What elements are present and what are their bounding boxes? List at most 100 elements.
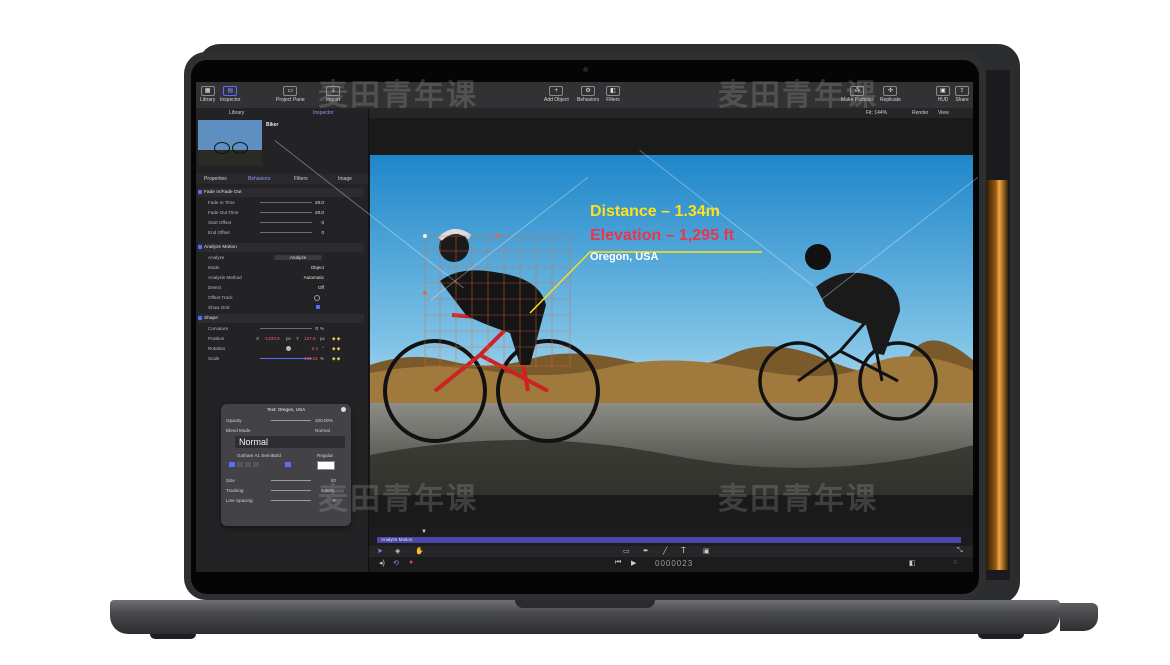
record-icon[interactable]: ●	[409, 559, 413, 566]
audio-icon[interactable]: ◂)	[379, 559, 385, 567]
slider[interactable]	[260, 232, 312, 233]
shape-section-header[interactable]: Shape	[198, 314, 364, 323]
filters-icon: ◧	[606, 86, 620, 96]
lid-notch	[515, 600, 655, 608]
offset-track-radio[interactable]	[314, 295, 320, 301]
end-offset-row: End Offset 0	[208, 230, 324, 235]
hud-icon: ▣	[936, 86, 950, 96]
analyze-section-header[interactable]: Analyze Motion	[198, 243, 364, 252]
checkbox-icon[interactable]	[198, 189, 202, 194]
laptop-foot-right	[978, 634, 1024, 639]
curvature-row: Curvature 0%	[208, 326, 324, 331]
timecode-display[interactable]: 0000023	[655, 559, 693, 568]
video-frame[interactable]: Distance – 1.34m Elevation – 1,295 ft Or…	[370, 155, 973, 495]
hand-tool-icon[interactable]: ✋	[415, 547, 424, 555]
blend-mode-select[interactable]: Normal	[315, 428, 330, 433]
view-menu[interactable]: View	[938, 110, 949, 116]
tab-image[interactable]: Image	[338, 176, 352, 182]
shape-tool-icon[interactable]: ◈	[395, 547, 400, 555]
show-grid-row: Show Grid	[200, 303, 364, 312]
font-select[interactable]: Gotham A1 SemiBold	[237, 453, 281, 458]
alignment-buttons	[229, 462, 309, 468]
size-slider[interactable]	[271, 480, 311, 481]
info-icon[interactable]	[341, 407, 346, 412]
align-right-icon[interactable]	[245, 462, 251, 467]
text-tool-icon[interactable]: T	[681, 546, 686, 555]
play-icon[interactable]: ▶	[631, 559, 636, 567]
start-offset-row: Start Offset 0	[208, 220, 324, 225]
opacity-value[interactable]: 100.00%	[315, 418, 333, 423]
rectangle-tool-icon[interactable]: ▭	[623, 547, 630, 555]
justify-icon[interactable]	[253, 462, 259, 467]
tracking-slider[interactable]	[271, 490, 311, 491]
replicate-button[interactable]: ✣ Replicate	[880, 86, 901, 103]
playhead-icon[interactable]: ▼	[421, 529, 427, 535]
watermark: 麦田青年课	[718, 78, 878, 113]
hud-button[interactable]: ▣ HUD	[936, 86, 950, 103]
tab-properties[interactable]: Properties	[204, 176, 227, 182]
select-tool-icon[interactable]: ➤	[377, 547, 383, 555]
object-thumbnail	[198, 120, 262, 166]
location-label[interactable]: Oregon, USA	[590, 251, 658, 263]
more-icon[interactable]: ◌	[953, 559, 957, 566]
keyframe-icon[interactable]: ◆ ◆	[332, 344, 340, 353]
align-left-icon[interactable]	[229, 462, 235, 467]
render-menu[interactable]: Render	[912, 110, 928, 116]
share-button[interactable]: ⇪ Share	[955, 86, 969, 103]
slider[interactable]	[260, 222, 312, 223]
slider[interactable]	[260, 328, 312, 329]
checkbox-icon[interactable]	[198, 315, 202, 320]
position-x-field[interactable]: -1233.9	[264, 334, 280, 343]
add-object-button[interactable]: + Add Object	[544, 86, 569, 103]
inspector-icon: ▤	[223, 86, 238, 96]
color-well[interactable]	[317, 461, 335, 470]
project-pane-button[interactable]: ▭ Project Pane	[276, 86, 305, 103]
inspector-tabs: Properties Behaviors Filters Image	[196, 174, 368, 184]
previous-frame-icon[interactable]: ⏮	[615, 559, 621, 567]
line-spacing-slider[interactable]	[271, 500, 311, 501]
rotation-dial[interactable]	[286, 346, 291, 351]
font-weight-select[interactable]: Regular	[317, 453, 333, 458]
position-y-field[interactable]: 137.8	[304, 334, 316, 343]
distance-label[interactable]: Distance – 1.34m	[590, 203, 720, 221]
plus-icon: +	[549, 86, 564, 96]
fade-out-row: Fade Out Time 20.0	[208, 210, 324, 215]
slider[interactable]	[260, 212, 312, 213]
inspector-button[interactable]: ▤ Inspector	[220, 86, 241, 103]
tab-library[interactable]: Library	[229, 110, 244, 116]
show-grid-checkbox[interactable]	[316, 305, 320, 309]
transport-bar: ◂) ⟲ ● ⏮ ▶ 0000023 ◧ ◌	[369, 558, 973, 570]
library-button[interactable]: ▦ Library	[200, 86, 215, 103]
analyze-button[interactable]: Analyze	[274, 255, 322, 260]
mode-row: Mode Object	[208, 265, 324, 270]
rotation-row: Rotation 6.4 ° ◆ ◆	[208, 344, 341, 353]
elevation-label[interactable]: Elevation – 1,295 ft	[590, 227, 734, 245]
watermark: 麦田青年课	[318, 482, 478, 517]
keyframe-icon[interactable]: ◆ ◆	[332, 354, 340, 363]
text-style-icon[interactable]	[285, 462, 291, 467]
analyze-row: Analyze Analyze	[200, 253, 364, 262]
tab-behaviors[interactable]: Behaviors	[248, 176, 270, 182]
position-row: Position X -1233.9 px Y 137.8 px ◆ ◆	[208, 334, 341, 343]
behaviors-button[interactable]: ⚙ Behaviors	[577, 86, 599, 103]
mini-timeline: Analyze Motion ▼ ➤ ◈ ✋ ▭ ✒ ╱ T ▣ ⤡ ◂) ⟲ …	[369, 528, 973, 572]
slider[interactable]	[260, 202, 312, 203]
tab-filters[interactable]: Filters	[294, 176, 308, 182]
loop-icon[interactable]: ⟲	[393, 559, 399, 567]
background-laptop-base	[1060, 603, 1098, 631]
analyze-motion-track[interactable]	[377, 537, 961, 543]
checkbox-icon[interactable]	[198, 244, 202, 249]
mask-tool-icon[interactable]: ▣	[703, 547, 710, 555]
view-layout-icon[interactable]: ◧	[909, 559, 916, 567]
keyframe-icon[interactable]: ◆ ◆	[332, 334, 340, 343]
brush-tool-icon[interactable]: ╱	[663, 547, 667, 555]
align-center-icon[interactable]	[237, 462, 243, 467]
timeline-toolbar: ➤ ◈ ✋ ▭ ✒ ╱ T ▣ ⤡	[369, 546, 973, 557]
filters-button[interactable]: ◧ Filters	[606, 86, 620, 103]
expand-icon[interactable]: ⤡	[957, 547, 963, 555]
opacity-slider[interactable]	[271, 420, 311, 421]
pen-tool-icon[interactable]: ✒	[643, 547, 649, 555]
text-preset-select[interactable]: Normal	[235, 436, 345, 448]
camera-icon	[583, 67, 588, 72]
watermark: 麦田青年课	[318, 78, 478, 113]
